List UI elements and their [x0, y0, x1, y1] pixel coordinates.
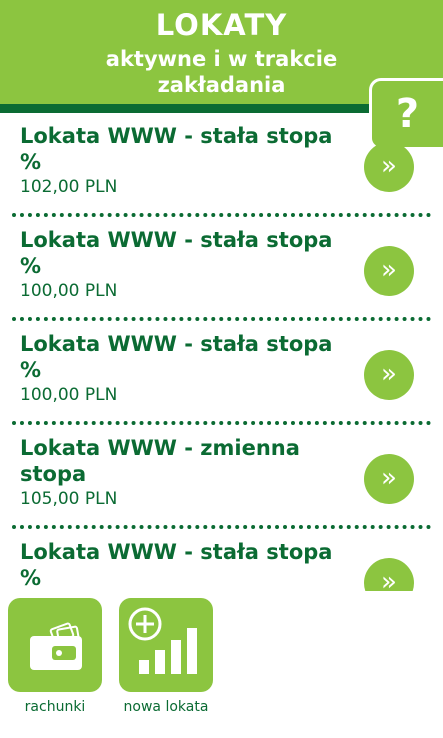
chevron-right-icon[interactable]: » [364, 454, 414, 504]
chart-plus-icon [128, 607, 197, 674]
deposit-item[interactable]: Lokata WWW - zmienna stopa 105,00 PLN » [0, 425, 443, 529]
accounts-tile[interactable] [8, 598, 102, 692]
chevron-right-icon[interactable]: » [364, 350, 414, 400]
chevron-right-icon[interactable]: » [364, 142, 414, 192]
deposit-amount: 100,00 PLN [20, 385, 118, 405]
deposit-amount: 100,00 PLN [20, 281, 118, 301]
new-deposit-tile[interactable] [119, 598, 213, 692]
wallet-icon [30, 622, 82, 670]
deposit-list: Lokata WWW - stała stopa % 102,00 PLN » … [0, 113, 443, 591]
chevron-right-icon[interactable]: » [364, 246, 414, 296]
deposit-amount: 102,00 PLN [20, 177, 118, 197]
page-subtitle: aktywne i w trakcie zakładania [105, 47, 338, 97]
deposit-name: Lokata WWW - zmienna stopa [20, 436, 300, 486]
deposit-item[interactable]: Lokata WWW - stała stopa % 102,00 PLN » [0, 113, 443, 217]
deposit-name: Lokata WWW - stała stopa % [20, 124, 333, 174]
deposit-name: Lokata WWW - stała stopa % [20, 332, 333, 382]
deposit-item[interactable]: Lokata WWW - stała stopa % » [0, 529, 443, 591]
deposit-name: Lokata WWW - stała stopa % [20, 540, 333, 590]
new-deposit-label[interactable]: nowa lokata [106, 699, 226, 715]
deposit-item[interactable]: Lokata WWW - stała stopa % 100,00 PLN » [0, 217, 443, 321]
chevron-right-icon[interactable]: » [364, 558, 414, 591]
deposit-amount: 105,00 PLN [20, 489, 118, 509]
deposit-name: Lokata WWW - stała stopa % [20, 228, 333, 278]
deposit-item[interactable]: Lokata WWW - stała stopa % 100,00 PLN » [0, 321, 443, 425]
accounts-label[interactable]: rachunki [8, 699, 102, 715]
page-title: LOKATY [155, 8, 288, 42]
